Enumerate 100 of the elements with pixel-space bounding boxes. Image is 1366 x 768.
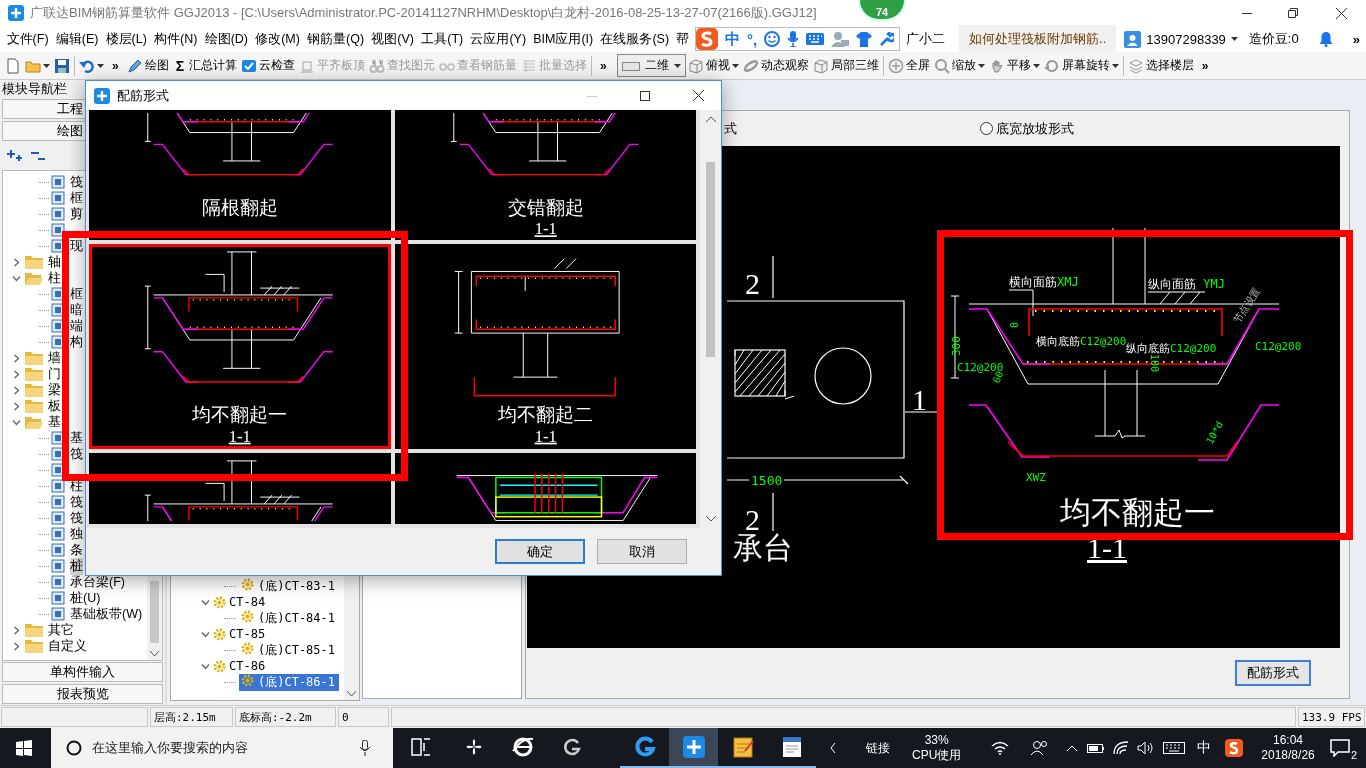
tree-item[interactable]: 轴 <box>48 253 61 271</box>
tree-item[interactable]: 剪 <box>70 205 83 223</box>
menu-item[interactable]: 编辑(E) <box>52 30 102 48</box>
drawing-label: 100 <box>1149 354 1160 373</box>
ok-button[interactable]: 确定 <box>495 539 585 564</box>
tree-item[interactable]: 条 <box>70 541 83 559</box>
drawing-caption: 均不翻起二 <box>497 404 593 426</box>
nav-button[interactable]: 报表预览 <box>2 684 163 704</box>
toolbar-button[interactable]: 绘图 <box>124 55 171 76</box>
drawing-label: 横向面筋XMJ <box>1009 275 1079 289</box>
tree-item[interactable]: 自定义 <box>48 637 87 655</box>
menu-item[interactable]: 文件(F) <box>3 30 53 48</box>
pattern-thumbnail[interactable]: 交错翻起 1-1 <box>394 110 696 240</box>
toolbar-button[interactable]: 俯视 <box>685 55 741 76</box>
nav-tab[interactable]: 工程 <box>2 99 85 119</box>
clock-date: 2018/8/26 <box>1261 748 1315 763</box>
tree-item[interactable]: 筏 <box>70 509 83 527</box>
tree-item[interactable]: CT-85 <box>229 627 266 641</box>
ime-mode-button[interactable]: 中 <box>724 29 740 49</box>
section-label: 1-1 <box>534 219 557 237</box>
overflow-button[interactable]: » <box>594 58 613 73</box>
tree-item[interactable]: 柱 <box>48 269 61 287</box>
tree-item[interactable]: 基础板带(W) <box>70 605 143 623</box>
tree-item[interactable]: CT-86 <box>229 659 266 673</box>
tree-item[interactable]: 梁 <box>48 381 61 399</box>
toolbar-button[interactable]: Σ 汇总计算 <box>170 55 240 76</box>
drawing-label: 300 <box>950 336 963 356</box>
pattern-thumbnail[interactable]: 隔根翻起 <box>89 110 391 240</box>
toolbar-button[interactable]: 选择楼层 <box>1125 55 1196 76</box>
tree-item[interactable]: (底)CT-85-1 <box>239 641 340 659</box>
tree-item[interactable]: 板 <box>48 397 61 415</box>
pattern-thumbnail[interactable]: 均不翻起二 1-1 <box>394 244 696 449</box>
drawing-label: XWZ <box>1026 471 1046 484</box>
toolbar-button[interactable]: 平移 <box>986 55 1042 76</box>
tree-item[interactable]: 筏 <box>70 493 83 511</box>
radio-option[interactable]: 底宽放坡形式 <box>980 119 1074 138</box>
links-toolbar[interactable]: 链接 <box>866 739 890 757</box>
tree-item[interactable]: 独 <box>70 525 83 543</box>
drawing-label: 10*d <box>1204 419 1226 446</box>
pattern-thumbnail[interactable]: 均不翻起一 1-1 <box>89 244 391 449</box>
axis-label: 2 <box>745 267 760 300</box>
cancel-button[interactable]: 取消 <box>597 539 687 564</box>
tree-item[interactable]: 现 <box>70 237 83 255</box>
tree-item[interactable]: 暗 <box>70 301 83 319</box>
tree-item[interactable]: 构 <box>70 333 83 351</box>
search-field[interactable]: 在这里输入你要搜索的内容 <box>51 728 393 768</box>
menu-item[interactable]: 帮 <box>672 30 693 48</box>
tree-item[interactable]: (底)CT-84-1 <box>239 609 340 627</box>
tree-item[interactable]: 框 <box>70 189 83 207</box>
input-method-indicator[interactable]: 中 <box>1197 739 1212 757</box>
nav-button[interactable]: 单构件输入 <box>2 662 163 682</box>
account-menu[interactable]: 13907298339 <box>1146 31 1226 47</box>
rebar-style-button[interactable]: 配筋形式 <box>1235 660 1311 686</box>
tree-item[interactable]: 墙 <box>48 349 61 367</box>
assistant-link[interactable]: 广小二 <box>906 30 946 48</box>
menu-item[interactable]: 工具(T) <box>417 30 467 48</box>
toolbar-button[interactable]: 屏幕旋转 <box>1041 55 1121 76</box>
tree-item[interactable]: (底)CT-83-1 <box>239 577 340 595</box>
menu-item[interactable]: 楼层(L) <box>102 30 151 48</box>
tree-item[interactable]: 端 <box>70 317 83 335</box>
menu-item[interactable]: BIM应用(I) <box>529 30 597 48</box>
toolbar-button[interactable]: 缩放 <box>931 55 987 76</box>
overflow-button[interactable]: » <box>1195 58 1215 73</box>
tree-item[interactable]: 筏 <box>70 173 83 191</box>
menu-item[interactable]: 视图(V) <box>367 30 418 48</box>
tree-item[interactable]: 桩(U) <box>70 589 101 607</box>
tree-item[interactable]: 承台梁(F) <box>70 573 125 591</box>
tree-item[interactable]: 基 <box>70 429 83 447</box>
menu-item[interactable]: 云应用(Y) <box>466 30 530 48</box>
menu-item[interactable]: 钢筋量(Q) <box>303 30 368 48</box>
nav-tab[interactable]: 绘图 <box>2 121 85 141</box>
drawing-caption: 交错翻起 <box>507 196 584 218</box>
menu-item[interactable]: 构件(N) <box>150 30 202 48</box>
cpu-label: CPU使用 <box>912 748 962 763</box>
tree-item[interactable]: (底)CT-86-1 <box>239 673 340 691</box>
menu-item[interactable]: 修改(M) <box>251 30 304 48</box>
drawing-title: 承台 <box>733 531 793 564</box>
tree-item[interactable]: 门 <box>48 365 61 383</box>
drawing-label: 纵向底筋C12@200 <box>1126 342 1217 355</box>
section-label: 1-1 <box>1087 531 1127 564</box>
tree-item[interactable]: 筏 <box>70 445 83 463</box>
menu-item[interactable]: 在线服务(S) <box>596 30 673 48</box>
toolbar-button[interactable]: 云检查 <box>239 55 298 76</box>
tree-item[interactable]: 基 <box>48 413 61 431</box>
toolbar-button[interactable]: 动态观察 <box>740 55 811 76</box>
tree-item[interactable]: CT-84 <box>229 595 266 609</box>
overflow-button[interactable]: » <box>106 58 125 73</box>
panel-title: 模块导航栏 <box>1 80 67 98</box>
news-link[interactable]: 如何处理筏板附加钢筋.. <box>959 25 1117 53</box>
beans-label: 造价豆:0 <box>1248 30 1299 48</box>
view-dropdown[interactable]: 二维 <box>616 54 686 77</box>
tree-item[interactable]: 框 <box>70 285 83 303</box>
menu-item[interactable]: 绘图(D) <box>201 30 252 48</box>
overflow-button[interactable]: » <box>1352 31 1360 47</box>
toolbar-button[interactable]: 局部三维 <box>810 55 881 76</box>
notification-count: 2 <box>1349 749 1358 761</box>
tree-item[interactable]: 桩 <box>70 557 83 575</box>
toolbar-button[interactable]: 全屏 <box>885 55 932 76</box>
punctuation-button[interactable]: °, <box>746 30 758 48</box>
tree-item[interactable]: 其它 <box>48 621 74 639</box>
